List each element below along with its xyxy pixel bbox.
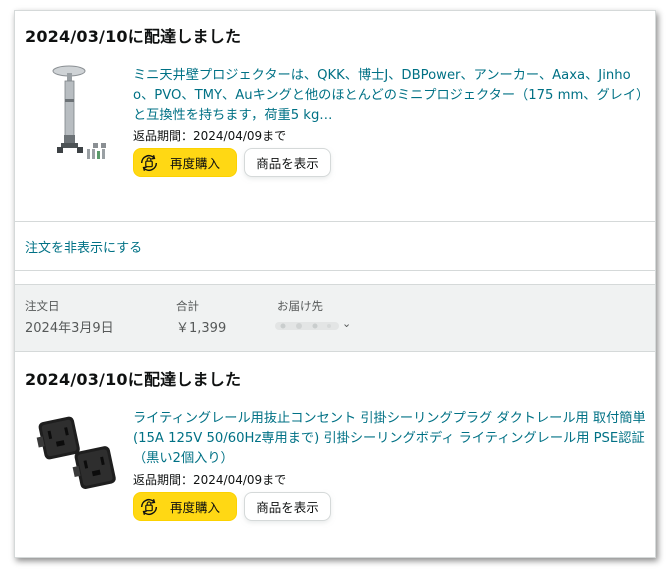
delivery-status: 2024/03/10に配達しました <box>25 27 242 46</box>
product-title-link[interactable]: ミニ天井壁プロジェクターは、QKK、博士J、DBPower、アンーカー、Aaxa… <box>133 66 649 126</box>
order-history-panel: 2024/03/10に配達しました ミニ天井壁プロジェクターは、QKK、博士J、… <box>14 10 656 558</box>
buy-again-button[interactable]: 再度購入 <box>133 148 237 177</box>
chevron-down-icon[interactable]: ⌄ <box>342 317 351 330</box>
product-title-link[interactable]: ライティングレール用抜止コンセント 引掛シーリングプラグ ダクトレール用 取付簡… <box>133 409 649 469</box>
product-image-ceiling-plug[interactable] <box>35 411 119 493</box>
buy-again-icon <box>140 498 158 515</box>
order-date-label: 注文日 <box>25 299 60 313</box>
buy-again-label: 再度購入 <box>170 156 221 171</box>
ship-to-name-redacted[interactable] <box>275 320 339 332</box>
divider <box>15 221 655 222</box>
product-image-projector-mount[interactable] <box>43 63 115 163</box>
ship-to-label: お届け先 <box>277 299 323 313</box>
order-date: 2024年3月9日 <box>25 321 114 336</box>
delivery-status: 2024/03/10に配達しました <box>25 370 242 389</box>
total-label: 合計 <box>176 299 199 313</box>
divider <box>15 270 655 271</box>
order-total: ￥1,399 <box>176 321 227 336</box>
buy-again-label: 再度購入 <box>170 500 221 515</box>
view-item-button[interactable]: 商品を表示 <box>244 148 331 177</box>
view-item-button[interactable]: 商品を表示 <box>244 492 331 521</box>
return-window: 返品期間：2024/04/09まで <box>133 129 287 143</box>
order-header: 注文日 2024年3月9日 合計 ￥1,399 お届け先 ⌄ <box>15 284 655 352</box>
buy-again-button[interactable]: 再度購入 <box>133 492 237 521</box>
hide-order-link[interactable]: 注文を非表示にする <box>25 237 142 256</box>
return-window: 返品期間：2024/04/09まで <box>133 473 287 487</box>
buy-again-icon <box>140 154 158 171</box>
